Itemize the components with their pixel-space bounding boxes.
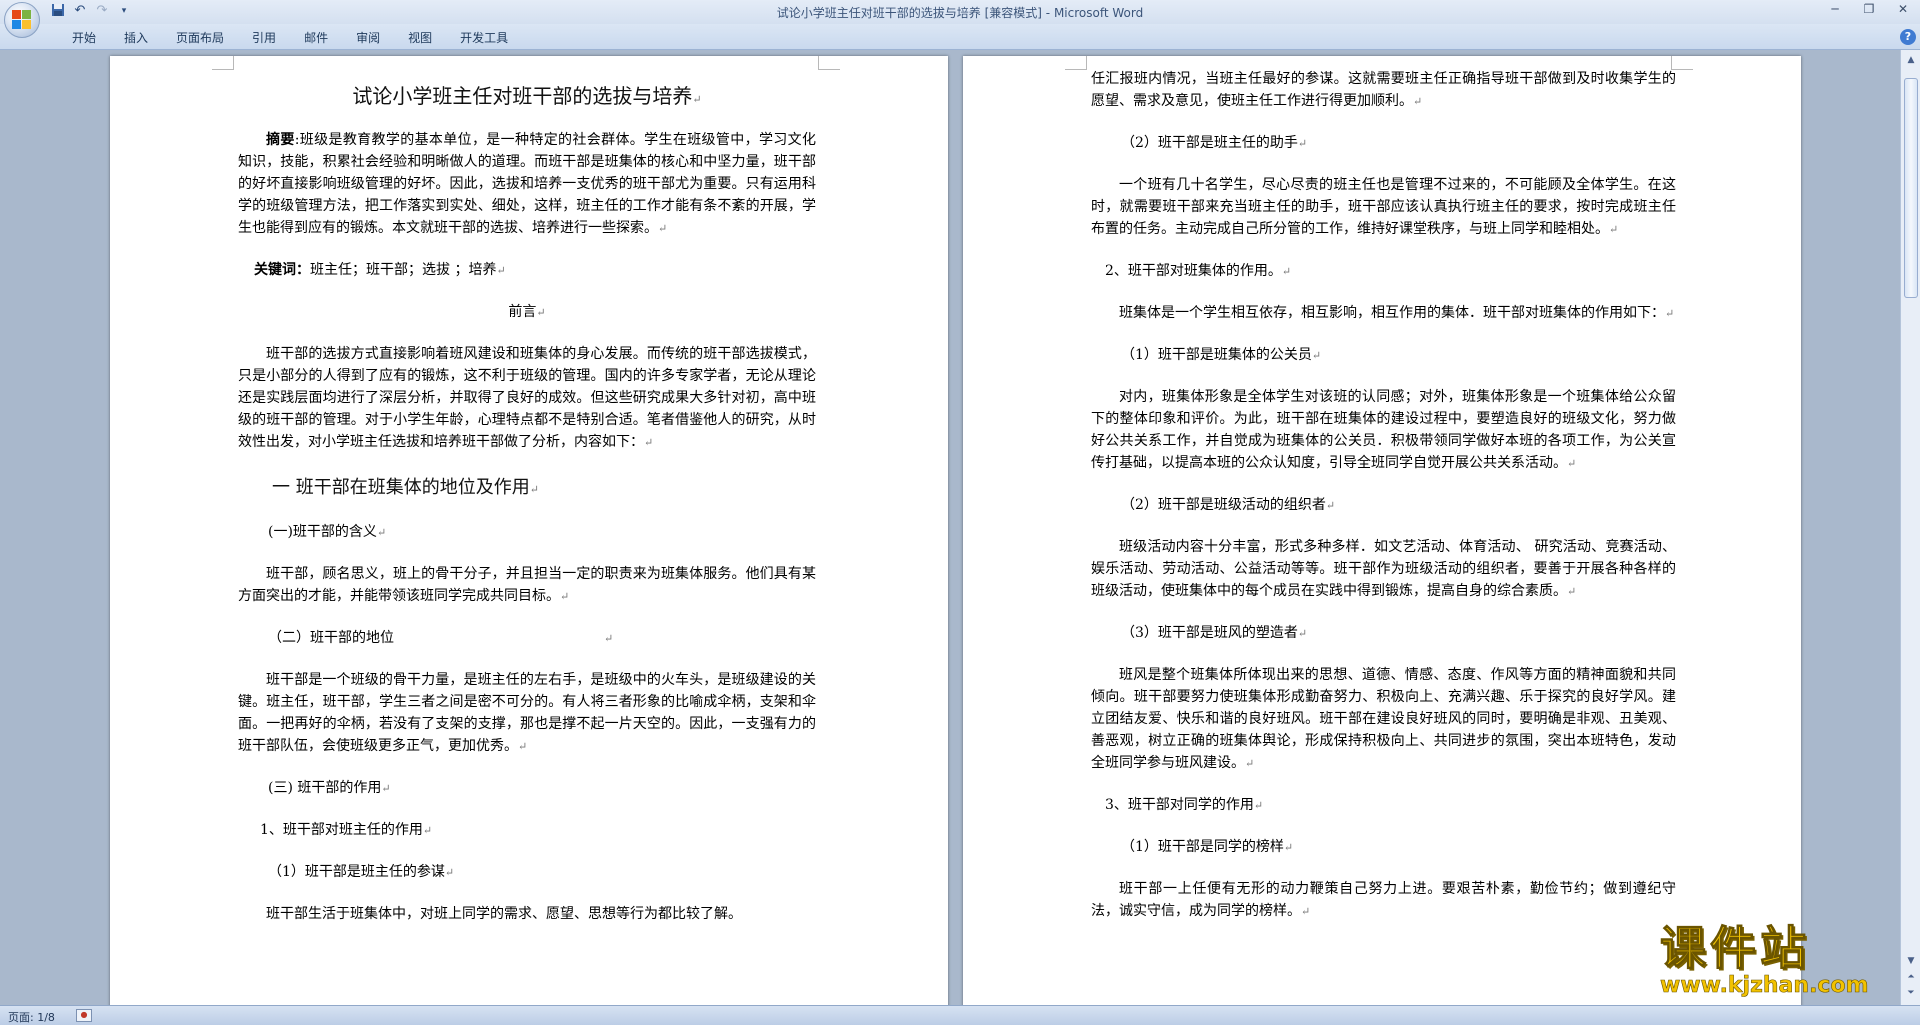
- tab-insert[interactable]: 插入: [110, 29, 162, 47]
- tab-references[interactable]: 引用: [238, 29, 290, 47]
- item-heading: 3、班干部对同学的作用↵: [1105, 797, 1264, 813]
- tab-view[interactable]: 视图: [394, 29, 446, 47]
- body-paragraph: 一个班有几十名学生，尽心尽责的班主任也是管理不过来的，不可能顾及全体学生。在这时…: [1091, 177, 1676, 237]
- abstract-label: 摘要: [266, 132, 295, 148]
- page-content: 试论小学班主任对班干部的选拔与培养↵ 摘要:班级是教育教学的基本单位，是一种特定…: [238, 66, 816, 944]
- document-heading: 试论小学班主任对班干部的选拔与培养↵: [352, 84, 702, 108]
- office-logo-icon: [12, 10, 32, 30]
- document-page-2[interactable]: 任汇报班内情况，当班主任最好的参谋。这就需要班主任正确指导班干部做到及时收集学生…: [963, 56, 1801, 1005]
- abstract-text: :班级是教育教学的基本单位，是一种特定的社会群体。学生在班级管中，学习文化知识，…: [238, 132, 816, 236]
- abstract-paragraph: 摘要:班级是教育教学的基本单位，是一种特定的社会群体。学生在班级管中，学习文化知…: [238, 132, 816, 236]
- body-paragraph: 班集体是一个学生相互依存，相互影响，相互作用的集体．班干部对班集体的作用如下：↵: [1119, 305, 1675, 321]
- document-title: 试论小学班主任对班干部的选拔与培养 [兼容模式]: [776, 6, 1042, 20]
- keywords-label: 关键词：: [254, 262, 310, 278]
- item-heading: （1）班干部是班集体的公关员↵: [1121, 347, 1322, 363]
- item-heading: （2）班干部是班主任的助手↵: [1121, 135, 1308, 151]
- window-title: 试论小学班主任对班干部的选拔与培养 [兼容模式] - Microsoft Wor…: [0, 4, 1920, 21]
- document-page-1[interactable]: 试论小学班主任对班干部的选拔与培养↵ 摘要:班级是教育教学的基本单位，是一种特定…: [110, 56, 948, 1005]
- ribbon-tab-bar: 开始 插入 页面布局 引用 邮件 审阅 视图 开发工具 ?: [0, 24, 1920, 50]
- body-paragraph: 任汇报班内情况，当班主任最好的参谋。这就需要班主任正确指导班干部做到及时收集学生…: [1091, 71, 1676, 109]
- vertical-scrollbar[interactable]: ▲ ▼ ⏶ ⏷: [1900, 50, 1920, 1005]
- crop-mark: [818, 56, 840, 70]
- body-paragraph: 班风是整个班集体所体现出来的思想、道德、情感、态度、作风等方面的精神面貌和共同倾…: [1091, 667, 1676, 771]
- subsection-heading: (三) 班干部的作用↵: [268, 780, 391, 796]
- scrollbar-thumb[interactable]: [1904, 78, 1918, 298]
- body-paragraph: 对内，班集体形象是全体学生对该班的认同感；对外，班集体形象是一个班集体给公众留下…: [1091, 389, 1676, 471]
- document-workspace: 试论小学班主任对班干部的选拔与培养↵ 摘要:班级是教育教学的基本单位，是一种特定…: [0, 50, 1900, 1005]
- item-heading: （1）班干部是同学的榜样↵: [1121, 839, 1294, 855]
- title-bar: ↶ ↷ ▾ 试论小学班主任对班干部的选拔与培养 [兼容模式] - Microso…: [0, 0, 1920, 24]
- app-name: Microsoft Word: [1053, 6, 1144, 20]
- item-heading: （1）班干部是班主任的参谋↵: [268, 864, 455, 880]
- body-paragraph: 班干部，顾名思义，班上的骨干分子，并且担当一定的职责来为班集体服务。他们具有某方…: [238, 566, 816, 604]
- item-heading: （2）班干部是班级活动的组织者↵: [1121, 497, 1336, 513]
- keywords-paragraph: 关键词：班主任；班干部；选拔 ；培养↵: [254, 262, 506, 278]
- watermark-brand: 课件站: [1660, 921, 1810, 975]
- window-controls: ─ ❐ ✕: [1824, 2, 1914, 16]
- help-icon[interactable]: ?: [1900, 29, 1916, 45]
- page-indicator[interactable]: 页面: 1/8: [8, 1009, 55, 1025]
- title-separator: -: [1041, 6, 1054, 20]
- keywords-text: 班主任；班干部；选拔 ；培养: [310, 262, 497, 278]
- subsection-heading: （二）班干部的地位 ↵: [268, 630, 614, 646]
- office-button[interactable]: [4, 2, 40, 38]
- subsection-heading: (一)班干部的含义↵: [268, 524, 387, 540]
- scroll-up-icon[interactable]: ▲: [1905, 54, 1917, 66]
- tab-developer[interactable]: 开发工具: [446, 29, 522, 47]
- item-heading: （3）班干部是班风的塑造者↵: [1121, 625, 1308, 641]
- section-heading: 一 班干部在班集体的地位及作用↵: [272, 477, 539, 498]
- item-heading: 1、班干部对班主任的作用↵: [260, 822, 433, 838]
- body-paragraph: 班级活动内容十分丰富，形式多种多样．如文艺活动、体育活动、 研究活动、竞赛活动、…: [1091, 539, 1676, 599]
- minimize-icon[interactable]: ─: [1824, 2, 1846, 16]
- preface-paragraph: 班干部的选拔方式直接影响着班风建设和班集体的身心发展。而传统的班干部选拔模式，只…: [238, 346, 816, 450]
- body-paragraph: 班干部一上任便有无形的动力鞭策自己努力上进。要艰苦朴素，勤俭节约；做到遵纪守法，…: [1091, 881, 1676, 919]
- page-content: 任汇报班内情况，当班主任最好的参谋。这就需要班主任正确指导班干部做到及时收集学生…: [1091, 68, 1676, 942]
- crop-mark: [1065, 56, 1087, 70]
- body-paragraph: 班干部生活于班集体中，对班上同学的需求、愿望、思想等行为都比较了解。: [266, 906, 742, 922]
- watermark-url: www.kjzhan.com: [1660, 973, 1869, 998]
- watermark-logo: 课件站 www.kjzhan.com: [1660, 922, 1910, 1002]
- body-paragraph: 班干部是一个班级的骨干力量，是班主任的左右手，是班级中的火车头，是班级建设的关键…: [238, 672, 816, 754]
- macro-record-icon[interactable]: ●: [76, 1009, 92, 1022]
- close-icon[interactable]: ✕: [1892, 2, 1914, 16]
- crop-mark: [212, 56, 234, 70]
- tab-review[interactable]: 审阅: [342, 29, 394, 47]
- status-bar: 页面: 1/8 ●: [0, 1005, 1920, 1025]
- ribbon-tabs: 开始 插入 页面布局 引用 邮件 审阅 视图 开发工具: [58, 29, 522, 47]
- maximize-icon[interactable]: ❐: [1858, 2, 1880, 16]
- tab-page-layout[interactable]: 页面布局: [162, 29, 238, 47]
- tab-mailings[interactable]: 邮件: [290, 29, 342, 47]
- tab-home[interactable]: 开始: [58, 29, 110, 47]
- preface-heading: 前言↵: [508, 304, 546, 320]
- item-heading: 2、班干部对班集体的作用。↵: [1105, 263, 1292, 279]
